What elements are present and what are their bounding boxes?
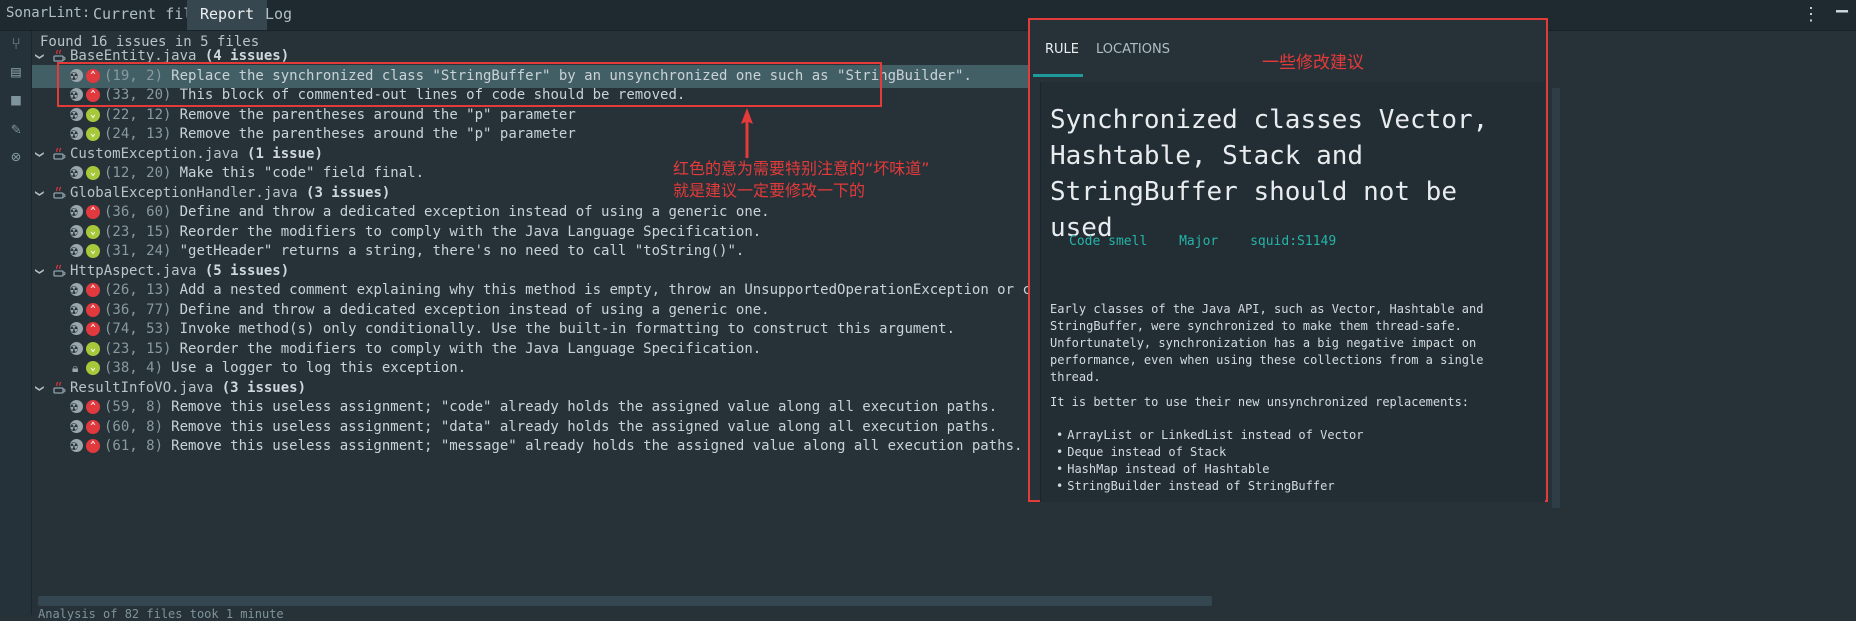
rule-key-tag: squid:S1149 bbox=[1250, 234, 1337, 249]
severity-minor-icon: ⌄ bbox=[86, 244, 100, 258]
annotation-note: 一些修改建议 bbox=[1262, 53, 1364, 73]
issue-message: Remove this useless assignment; "message… bbox=[171, 438, 1023, 454]
arrow-icon bbox=[741, 108, 753, 158]
close-circle-icon[interactable]: ⊗ bbox=[7, 148, 25, 166]
code-smell-icon bbox=[70, 416, 83, 439]
chevron-down-icon[interactable]: ❯ bbox=[28, 189, 51, 196]
code-smell-icon bbox=[70, 240, 83, 263]
code-smell-icon bbox=[70, 318, 83, 341]
rule-description: It is better to use their new unsynchron… bbox=[1050, 395, 1470, 409]
stop-icon[interactable]: ■ bbox=[7, 91, 25, 109]
severity-major-icon: ⌃ bbox=[86, 419, 100, 434]
severity-major-icon: ⌃ bbox=[86, 400, 100, 414]
issue-count: (1 issue) bbox=[247, 145, 323, 162]
rule-severity-tag: Major bbox=[1179, 234, 1219, 249]
vertical-scrollbar[interactable] bbox=[1552, 88, 1560, 508]
chevron-down-icon[interactable]: ❯ bbox=[28, 150, 51, 157]
file-name: GlobalExceptionHandler.java bbox=[70, 184, 298, 201]
severity-major-icon: ⌃ bbox=[86, 302, 100, 317]
file-name: CustomException.java bbox=[70, 145, 239, 162]
file-name: HttpAspect.java bbox=[70, 262, 197, 279]
wrench-icon[interactable]: ✎ bbox=[7, 120, 25, 138]
rule-bullet: ArrayList or LinkedList instead of Vecto… bbox=[1056, 427, 1363, 444]
severity-major-icon: ⌃ bbox=[86, 322, 100, 336]
code-smell-icon bbox=[70, 338, 83, 361]
rule-type-tag: Code smell bbox=[1069, 234, 1148, 249]
annotation-line: 就是建议一定要修改一下的 bbox=[673, 181, 866, 200]
folder-icon[interactable]: ▤ bbox=[7, 63, 25, 81]
severity-major-icon: ⌃ bbox=[86, 439, 100, 453]
severity-minor-icon: ⌄ bbox=[86, 361, 100, 375]
minimize-icon[interactable]: – bbox=[1836, 0, 1848, 22]
rule-title: Synchronized classes Vector, Hashtable, … bbox=[1050, 105, 1489, 243]
code-smell-icon bbox=[70, 435, 83, 458]
severity-minor-icon: ⌄ bbox=[86, 127, 100, 141]
rule-tags: Code smell Major squid:S1149 bbox=[1069, 234, 1360, 249]
tab-log[interactable]: Log bbox=[252, 0, 305, 30]
issue-location: (61, 8) bbox=[104, 438, 164, 454]
java-file-icon bbox=[53, 49, 66, 62]
chevron-down-icon[interactable]: ❯ bbox=[28, 267, 51, 274]
severity-minor-icon: ⌄ bbox=[86, 166, 100, 180]
chevron-down-icon[interactable]: ❯ bbox=[28, 384, 51, 391]
issue-count: (5 issues) bbox=[204, 262, 290, 279]
code-smell-icon bbox=[70, 279, 83, 302]
annotation-note: 红色的意为需要特别注意的“坏味道” 就是建议一定要修改一下的 bbox=[673, 158, 930, 202]
code-smell-icon bbox=[70, 201, 83, 224]
file-name: ResultInfoVO.java bbox=[70, 379, 214, 396]
highlight-box bbox=[57, 62, 882, 107]
issue-count: (3 issues) bbox=[306, 184, 391, 201]
java-file-icon bbox=[53, 381, 66, 394]
issue-count: (3 issues) bbox=[221, 379, 307, 396]
branch-icon[interactable]: ⑂ bbox=[7, 35, 25, 53]
severity-minor-icon: ⌄ bbox=[86, 107, 100, 122]
code-smell-icon bbox=[70, 221, 83, 244]
code-smell-icon bbox=[70, 396, 83, 419]
rule-bullet: HashMap instead of Hashtable bbox=[1056, 461, 1269, 478]
tab-rule[interactable]: RULE bbox=[1032, 33, 1084, 77]
code-smell-icon bbox=[70, 104, 83, 127]
top-bar: SonarLint: Current file Report Log ⋮ – bbox=[0, 0, 1856, 31]
rule-description: Early classes of the Java API, such as V… bbox=[1050, 302, 1484, 384]
status-text: Analysis of 82 files took 1 minute bbox=[38, 607, 284, 621]
code-smell-icon bbox=[70, 299, 83, 322]
severity-minor-icon: ⌄ bbox=[86, 341, 100, 356]
severity-major-icon: ⌃ bbox=[86, 205, 100, 219]
severity-critical-icon: ⌃ bbox=[86, 283, 100, 297]
tab-locations[interactable]: LOCATIONS bbox=[1096, 33, 1170, 77]
rule-bullet: StringBuilder instead of StringBuffer bbox=[1056, 478, 1334, 495]
code-smell-icon bbox=[70, 123, 83, 146]
horizontal-scrollbar[interactable] bbox=[38, 596, 1212, 606]
java-file-icon bbox=[53, 186, 66, 199]
chevron-down-icon[interactable]: ❯ bbox=[28, 53, 51, 60]
java-file-icon bbox=[53, 147, 66, 160]
rule-bullet: Deque instead of Stack bbox=[1056, 444, 1226, 461]
code-smell-icon bbox=[70, 162, 83, 185]
more-options-icon[interactable]: ⋮ bbox=[1802, 4, 1820, 25]
tool-strip: ⑂ ▤ ■ ✎ ⊗ bbox=[0, 31, 32, 615]
annotation-line: 红色的意为需要特别注意的“坏味道” bbox=[673, 159, 930, 178]
app-label: SonarLint: bbox=[6, 5, 91, 21]
severity-minor-icon: ⌄ bbox=[86, 224, 100, 239]
java-file-icon bbox=[53, 264, 66, 277]
